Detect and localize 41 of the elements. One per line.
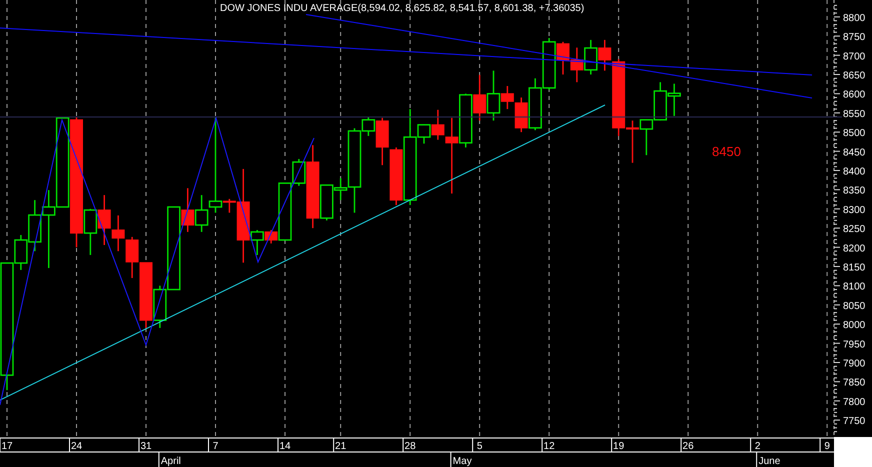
date-label: 9 [824, 441, 830, 452]
price-label: 8450 [843, 147, 866, 158]
price-label: 7750 [843, 416, 866, 428]
price-label: 8050 [843, 300, 866, 312]
price-label: 8700 [843, 51, 866, 62]
price-label: 8100 [843, 282, 866, 293]
price-label: 7850 [843, 378, 866, 389]
date-label: 12 [544, 441, 555, 452]
price-label: 8550 [843, 108, 866, 120]
price-label: 8250 [843, 224, 866, 236]
date-label: 19 [613, 441, 624, 452]
price-label: 7800 [843, 396, 866, 408]
price-label: 8800 [843, 12, 866, 24]
month-label: June [758, 456, 780, 467]
price-label: 8750 [843, 32, 866, 44]
date-label: 31 [140, 441, 152, 452]
price-label: 8650 [843, 70, 866, 82]
price-label: 8200 [843, 243, 866, 254]
price-label: 8150 [843, 262, 866, 274]
price-label: 8000 [843, 320, 866, 332]
price-annotation: 8450 [712, 144, 741, 159]
price-label: 8500 [843, 128, 866, 140]
price-label: 8350 [843, 186, 866, 197]
date-label: 24 [70, 441, 82, 452]
date-label: 26 [682, 441, 694, 452]
price-label: 8600 [843, 90, 866, 101]
month-label: April [160, 456, 181, 467]
date-label: 7 [212, 441, 218, 452]
date-label: 2 [754, 441, 760, 452]
date-label: 21 [335, 441, 346, 452]
date-label: 14 [279, 441, 291, 452]
price-label: 7950 [843, 339, 866, 350]
price-label: 8300 [843, 204, 866, 216]
price-label: 7900 [843, 358, 866, 370]
chart-title: DOW JONES INDU AVERAGE(8,594.02, 8,625.82, 8,541.57, 8,601.38, +7.36035) [220, 3, 584, 14]
price-label: 8400 [843, 166, 866, 178]
date-label: 5 [476, 441, 482, 452]
month-label: May [452, 456, 472, 467]
corner-panel [834, 437, 872, 467]
date-label: 17 [1, 441, 13, 452]
date-label: 28 [404, 441, 416, 452]
